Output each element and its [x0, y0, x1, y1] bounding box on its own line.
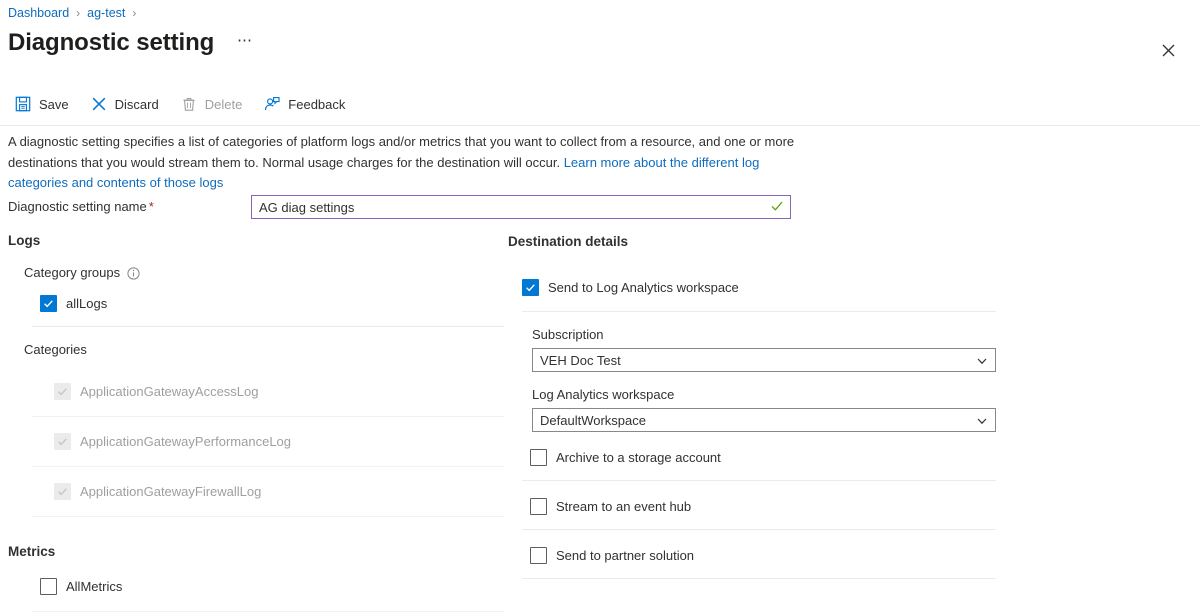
event-hub-block: Stream to an event hub: [522, 481, 1000, 517]
event-hub-checkbox[interactable]: [530, 498, 547, 515]
breadcrumb-item-ag-test[interactable]: ag-test: [87, 5, 125, 21]
checkmark-icon: [43, 298, 54, 309]
destination-details-title: Destination details: [508, 233, 1000, 251]
title-row: Diagnostic setting ⋯: [8, 28, 258, 58]
save-icon: [14, 95, 32, 113]
delete-label: Delete: [205, 97, 243, 112]
checkbox-row-performance-log: ApplicationGatewayPerformanceLog: [54, 430, 504, 452]
feedback-button[interactable]: Feedback: [259, 90, 354, 118]
checkmark-icon: [57, 386, 68, 397]
diagnostic-setting-name-input-wrap: [251, 195, 791, 219]
breadcrumb-separator-icon: ›: [132, 5, 136, 21]
log-analytics-divider: [522, 311, 996, 312]
destination-details-column: Destination details Send to Log Analytic…: [508, 233, 1000, 579]
feedback-label: Feedback: [288, 97, 345, 112]
checkbox-row-firewall-log: ApplicationGatewayFirewallLog: [54, 480, 504, 502]
breadcrumb-item-dashboard[interactable]: Dashboard: [8, 5, 69, 21]
checkmark-icon: [525, 282, 536, 293]
all-logs-label: allLogs: [66, 296, 107, 311]
event-hub-label: Stream to an event hub: [556, 499, 691, 514]
category-groups-label-row: Category groups: [24, 264, 504, 282]
category-block: ApplicationGatewayPerformanceLog: [8, 417, 504, 467]
partner-solution-divider: [522, 578, 996, 579]
checkmark-icon: [57, 486, 68, 497]
firewall-log-checkbox: [54, 483, 71, 500]
subscription-select-wrap: VEH Doc Test: [532, 348, 996, 372]
all-logs-checkbox[interactable]: [40, 295, 57, 312]
delete-button: Delete: [176, 90, 252, 118]
workspace-select-wrap: DefaultWorkspace: [532, 408, 996, 432]
logs-column: Logs Category groups allLogs Categories: [8, 232, 504, 612]
discard-label: Discard: [115, 97, 159, 112]
discard-button[interactable]: Discard: [86, 90, 168, 118]
archive-storage-block: Archive to a storage account: [522, 432, 1000, 468]
command-bar-divider: [0, 125, 1200, 126]
log-analytics-checkbox[interactable]: [522, 279, 539, 296]
required-marker: *: [149, 199, 154, 214]
subscription-label: Subscription: [532, 326, 996, 344]
firewall-log-label: ApplicationGatewayFirewallLog: [80, 484, 261, 499]
command-bar: Save Discard Delete: [10, 90, 362, 118]
category-block: ApplicationGatewayAccessLog: [8, 367, 504, 417]
diagnostic-setting-name-label: Diagnostic setting name*: [8, 198, 251, 216]
more-options-button[interactable]: ⋯: [232, 32, 258, 54]
page-title: Diagnostic setting: [8, 28, 214, 58]
checkbox-row-all-logs[interactable]: allLogs: [40, 292, 504, 314]
all-metrics-label: AllMetrics: [66, 579, 122, 594]
checkbox-row-log-analytics[interactable]: Send to Log Analytics workspace: [522, 276, 1000, 298]
description-text: A diagnostic setting specifies a list of…: [8, 132, 798, 194]
access-log-label: ApplicationGatewayAccessLog: [80, 384, 259, 399]
diagnostic-setting-name-input[interactable]: [251, 195, 791, 219]
subscription-select[interactable]: VEH Doc Test: [532, 348, 996, 372]
info-icon[interactable]: [127, 267, 140, 280]
diagnostic-setting-name-row: Diagnostic setting name*: [8, 195, 791, 219]
save-label: Save: [39, 97, 69, 112]
partner-solution-label: Send to partner solution: [556, 548, 694, 563]
partner-solution-block: Send to partner solution: [522, 530, 1000, 566]
logs-section-title: Logs: [8, 232, 504, 250]
breadcrumb-separator-icon: ›: [76, 5, 80, 21]
checkbox-row-access-log: ApplicationGatewayAccessLog: [54, 380, 504, 402]
workspace-field: Log Analytics workspace DefaultWorkspace: [532, 386, 996, 432]
delete-icon: [180, 95, 198, 113]
checkmark-icon: [57, 436, 68, 447]
access-log-checkbox: [54, 383, 71, 400]
partner-solution-checkbox[interactable]: [530, 547, 547, 564]
archive-storage-checkbox[interactable]: [530, 449, 547, 466]
archive-storage-label: Archive to a storage account: [556, 450, 721, 465]
workspace-select[interactable]: DefaultWorkspace: [532, 408, 996, 432]
log-analytics-label: Send to Log Analytics workspace: [548, 280, 739, 295]
performance-log-checkbox: [54, 433, 71, 450]
subscription-field: Subscription VEH Doc Test: [532, 326, 996, 372]
close-icon: [1162, 44, 1175, 57]
checkbox-row-archive-storage[interactable]: Archive to a storage account: [530, 446, 1000, 468]
workspace-label: Log Analytics workspace: [532, 386, 996, 404]
discard-icon: [90, 95, 108, 113]
categories-label: Categories: [24, 341, 504, 359]
close-button[interactable]: [1154, 36, 1182, 64]
save-button[interactable]: Save: [10, 90, 78, 118]
name-label-text: Diagnostic setting name: [8, 199, 147, 214]
category-block: ApplicationGatewayFirewallLog: [8, 467, 504, 517]
checkbox-row-event-hub[interactable]: Stream to an event hub: [530, 495, 1000, 517]
checkbox-row-all-metrics[interactable]: AllMetrics: [40, 575, 504, 597]
all-metrics-checkbox[interactable]: [40, 578, 57, 595]
category-groups-label: Category groups: [24, 264, 120, 282]
breadcrumb: Dashboard › ag-test ›: [8, 5, 143, 21]
performance-log-label: ApplicationGatewayPerformanceLog: [80, 434, 291, 449]
checkbox-row-partner-solution[interactable]: Send to partner solution: [530, 544, 1000, 566]
feedback-icon: [263, 95, 281, 113]
metrics-section-title: Metrics: [8, 543, 504, 561]
